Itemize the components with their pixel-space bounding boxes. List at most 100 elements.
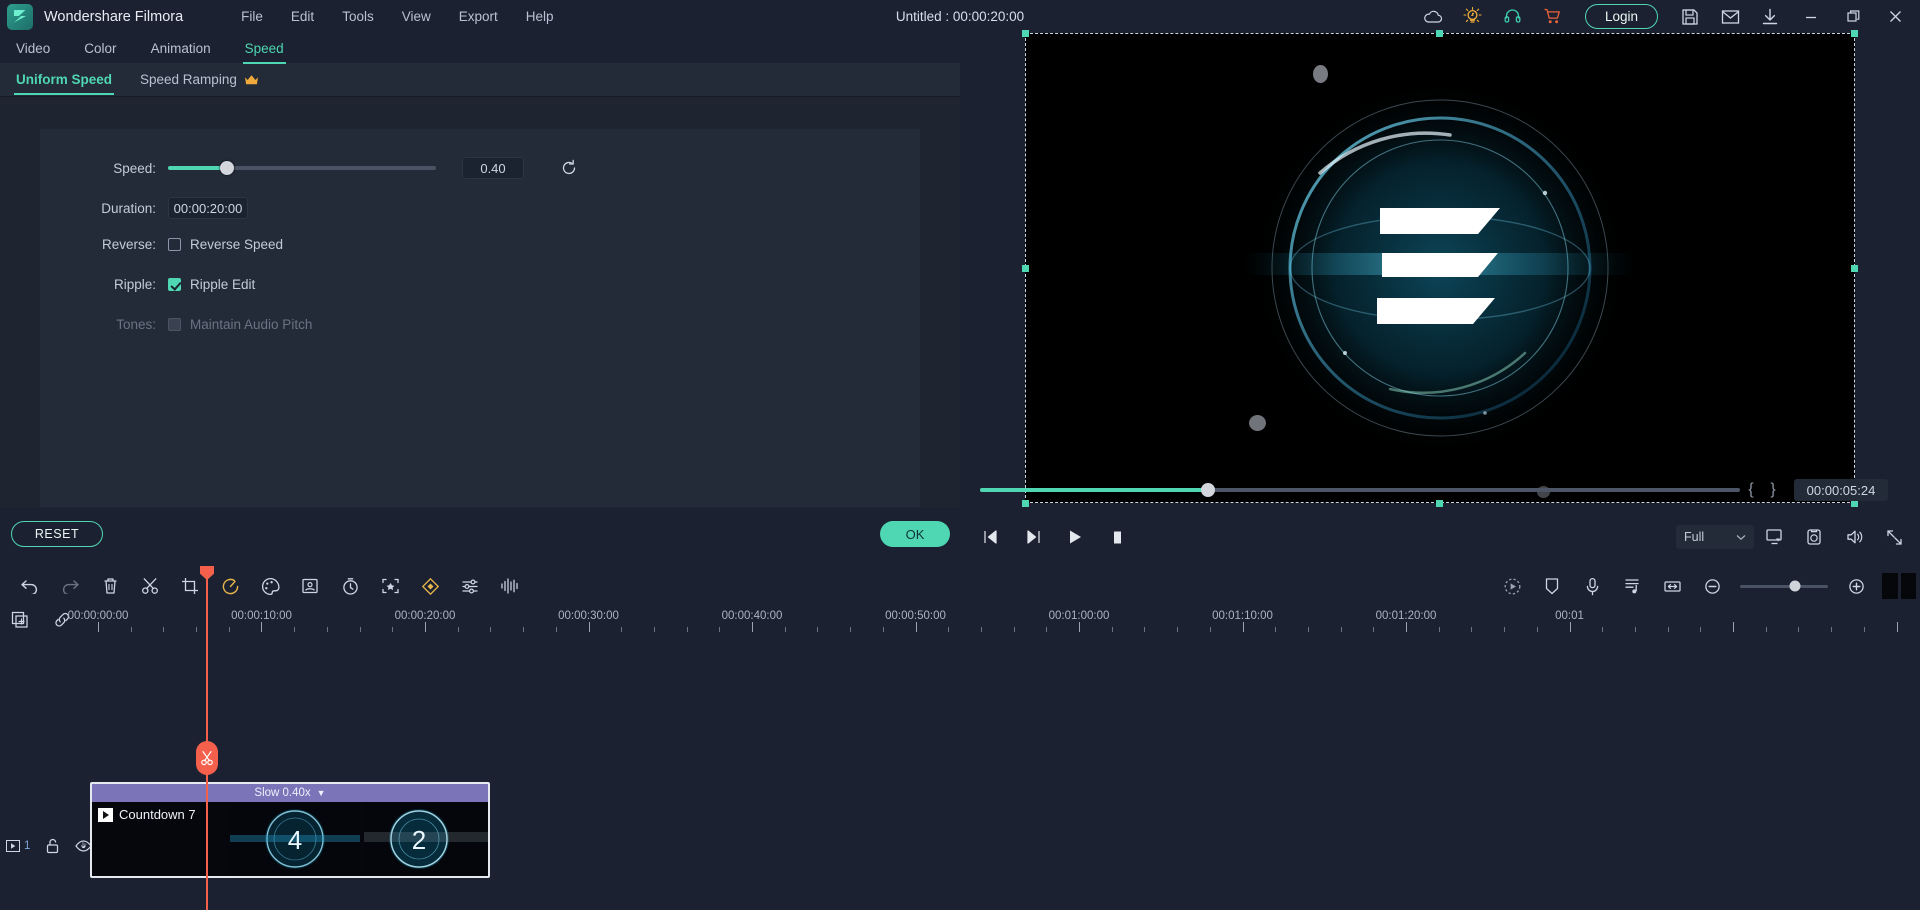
ruler-label: 00:00:20:00 bbox=[394, 610, 456, 622]
keyframe-icon[interactable] bbox=[410, 566, 450, 606]
volume-icon[interactable] bbox=[1834, 517, 1874, 557]
headset-icon[interactable] bbox=[1493, 0, 1533, 33]
preview-quality-select[interactable]: Full bbox=[1676, 525, 1754, 549]
timeline-clip-countdown-7[interactable]: Slow 0.40x ▼ Countdown 7 4 2 bbox=[90, 782, 490, 878]
mail-icon[interactable] bbox=[1710, 0, 1750, 33]
zoom-out-icon[interactable] bbox=[1692, 566, 1732, 606]
filmora-logo-icon bbox=[7, 3, 33, 30]
ripple-edit-checkbox-box[interactable] bbox=[168, 278, 181, 291]
tab-video[interactable]: Video bbox=[14, 36, 52, 61]
resize-handle-top-left[interactable] bbox=[1022, 30, 1029, 37]
menu-item-view[interactable]: View bbox=[388, 5, 445, 28]
lightbulb-icon[interactable] bbox=[1453, 0, 1493, 33]
delete-icon[interactable] bbox=[90, 566, 130, 606]
reverse-speed-checkbox[interactable]: Reverse Speed bbox=[168, 237, 283, 252]
import-media-icon[interactable] bbox=[10, 610, 30, 630]
clip-speed-badge[interactable]: Slow 0.40x ▼ bbox=[92, 784, 488, 802]
audio-waveform-icon[interactable] bbox=[490, 566, 530, 606]
menu-item-file[interactable]: File bbox=[227, 5, 277, 28]
mark-out-button[interactable]: } bbox=[1762, 481, 1784, 499]
cart-icon[interactable] bbox=[1533, 0, 1573, 33]
preview-scrubber[interactable] bbox=[980, 483, 1740, 497]
speed-slider-handle[interactable] bbox=[219, 161, 234, 175]
menu-item-help[interactable]: Help bbox=[512, 5, 568, 28]
tab-color[interactable]: Color bbox=[82, 36, 118, 61]
unlock-icon[interactable] bbox=[45, 838, 60, 854]
motion-tracking-icon[interactable] bbox=[370, 566, 410, 606]
detach-audio-icon[interactable] bbox=[1612, 566, 1652, 606]
clip-title-label: Countdown 7 bbox=[119, 807, 196, 822]
reset-button[interactable]: RESET bbox=[11, 521, 103, 547]
split-at-playhead-button[interactable] bbox=[196, 741, 218, 775]
ruler-tick bbox=[1406, 622, 1407, 632]
panel-button-bar: RESET OK bbox=[0, 508, 960, 566]
duration-row: Duration: 00:00:20:00 bbox=[40, 197, 248, 219]
minimize-button[interactable] bbox=[1790, 0, 1832, 33]
ok-button[interactable]: OK bbox=[880, 521, 950, 547]
tab-speed[interactable]: Speed bbox=[242, 36, 286, 64]
reset-arrow-icon[interactable] bbox=[560, 159, 578, 177]
resize-handle-middle-right[interactable] bbox=[1851, 265, 1858, 272]
reverse-speed-checkbox-box[interactable] bbox=[168, 238, 181, 251]
redo-icon[interactable] bbox=[50, 566, 90, 606]
subtab-uniform-speed[interactable]: Uniform Speed bbox=[14, 64, 115, 95]
timer-icon[interactable] bbox=[330, 566, 370, 606]
chevron-down-icon[interactable]: ▼ bbox=[317, 788, 326, 798]
cloud-icon[interactable] bbox=[1413, 0, 1453, 33]
video-frame bbox=[1025, 33, 1855, 503]
play-button[interactable] bbox=[1054, 517, 1096, 557]
resize-handle-middle-left[interactable] bbox=[1022, 265, 1029, 272]
mark-in-button[interactable]: { bbox=[1740, 481, 1762, 499]
timeline-zoom-handle[interactable] bbox=[1789, 580, 1801, 592]
snapshot-icon[interactable] bbox=[1794, 517, 1834, 557]
color-palette-icon[interactable] bbox=[250, 566, 290, 606]
close-button[interactable] bbox=[1874, 0, 1916, 33]
audio-mixer-icon[interactable] bbox=[450, 566, 490, 606]
track-scroll-arrow-icon[interactable]: ▸ bbox=[82, 839, 87, 850]
zoom-in-icon[interactable] bbox=[1836, 566, 1876, 606]
fit-timeline-icon[interactable] bbox=[1652, 566, 1692, 606]
preview-canvas[interactable] bbox=[1022, 30, 1858, 507]
menu-item-tools[interactable]: Tools bbox=[328, 5, 388, 28]
subtab-speed-ramping[interactable]: Speed Ramping bbox=[138, 64, 261, 95]
speed-value-input[interactable]: 0.40 bbox=[462, 157, 524, 179]
prev-frame-button[interactable] bbox=[970, 517, 1012, 557]
playback-controls: Full bbox=[960, 508, 1920, 566]
ripple-edit-checkbox[interactable]: Ripple Edit bbox=[168, 277, 255, 292]
timeline-zoom-slider[interactable] bbox=[1740, 580, 1828, 592]
marker-icon[interactable] bbox=[1532, 566, 1572, 606]
ripple-edit-checkbox-label: Ripple Edit bbox=[190, 277, 256, 292]
clip-body[interactable]: Countdown 7 4 2 bbox=[92, 802, 488, 876]
undo-icon[interactable] bbox=[10, 566, 50, 606]
download-icon[interactable] bbox=[1750, 0, 1790, 33]
chevron-down-icon bbox=[1736, 534, 1746, 541]
reverse-row: Reverse: Reverse Speed bbox=[40, 237, 283, 252]
voiceover-icon[interactable] bbox=[1572, 566, 1612, 606]
scissors-icon bbox=[201, 751, 213, 766]
render-preview-icon[interactable] bbox=[1492, 566, 1532, 606]
timeline-ruler[interactable]: 00:00:00:00 00:00:10:00 00:00:20:00 00:00:3… bbox=[0, 606, 1920, 632]
maintain-audio-pitch-checkbox-box bbox=[168, 318, 181, 331]
resize-handle-top-center[interactable] bbox=[1436, 30, 1443, 37]
green-screen-icon[interactable] bbox=[290, 566, 330, 606]
next-frame-button[interactable] bbox=[1012, 517, 1054, 557]
screen-fit-icon[interactable] bbox=[1754, 517, 1794, 557]
login-button[interactable]: Login bbox=[1584, 4, 1658, 29]
speed-icon[interactable] bbox=[210, 566, 250, 606]
video-track-icon: 1 bbox=[6, 840, 30, 852]
duration-input[interactable]: 00:00:20:00 bbox=[168, 197, 248, 219]
tab-animation[interactable]: Animation bbox=[149, 36, 213, 61]
menu-item-export[interactable]: Export bbox=[445, 5, 512, 28]
stop-button[interactable] bbox=[1096, 517, 1138, 557]
menu-item-edit[interactable]: Edit bbox=[277, 5, 328, 28]
ruler-label: 00:00:50:00 bbox=[885, 610, 946, 622]
track-header-1: 1 bbox=[0, 798, 93, 894]
split-icon[interactable] bbox=[130, 566, 170, 606]
preview-scrubber-handle[interactable] bbox=[1201, 483, 1215, 497]
fullscreen-icon[interactable] bbox=[1874, 517, 1914, 557]
maximize-button[interactable] bbox=[1832, 0, 1874, 33]
resize-handle-top-right[interactable] bbox=[1851, 30, 1858, 37]
speed-slider[interactable] bbox=[168, 161, 436, 175]
ruler-label: 00:00:10:00 bbox=[231, 610, 292, 622]
save-icon[interactable] bbox=[1670, 0, 1710, 33]
